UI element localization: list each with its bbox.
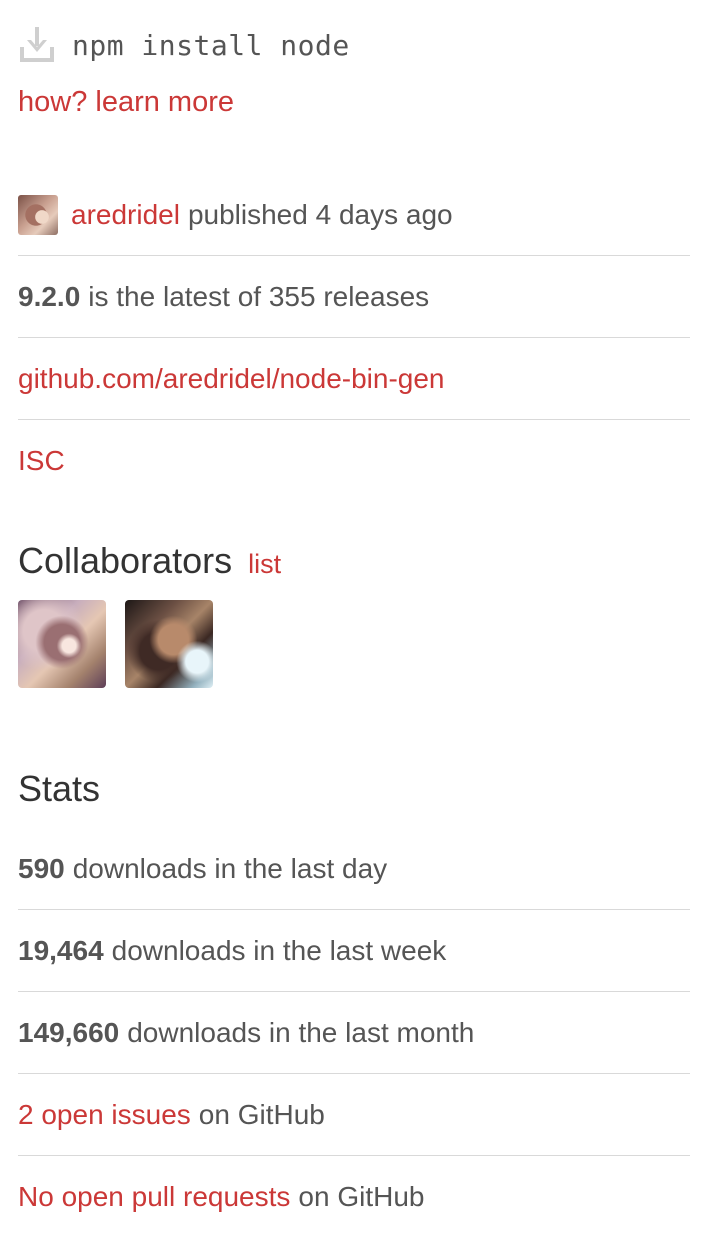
package-meta: aredridel published 4 days ago 9.2.0 is … [18,174,690,501]
open-issues-link[interactable]: 2 open issues [18,1099,191,1131]
stat-day-count: 590 [18,852,65,884]
package-sidebar: npm install node how? learn more aredrid… [0,0,710,1234]
pull-requests-suffix: on GitHub [298,1180,425,1212]
install-command[interactable]: npm install node [18,22,350,68]
stat-month-count: 149,660 [18,1016,120,1048]
stat-month: 149,660 downloads in the last month [18,992,690,1074]
install-command-text: npm install node [72,28,350,62]
license-row: ISC [18,420,690,501]
pull-requests-row: No open pull requests on GitHub [18,1156,690,1237]
version-text: is the latest of 355 releases [88,280,430,312]
stat-week-text: downloads in the last week [111,934,447,966]
collaborators-heading: Collaborators list [18,538,281,587]
open-issues-row: 2 open issues on GitHub [18,1074,690,1156]
publisher-row: aredridel published 4 days ago [18,174,690,256]
collaborators-list-link[interactable]: list [248,549,281,579]
version-row: 9.2.0 is the latest of 355 releases [18,256,690,338]
open-issues-suffix: on GitHub [198,1098,325,1130]
stats-heading: Stats [18,768,101,809]
repository-link[interactable]: github.com/aredridel/node-bin-gen [18,363,445,395]
learn-more-link[interactable]: how? learn more [18,82,234,122]
version-number: 9.2.0 [18,280,81,312]
stat-week: 19,464 downloads in the last week [18,910,690,992]
stats-list: 590 downloads in the last day 19,464 dow… [18,828,690,1237]
publisher-avatar[interactable] [18,194,58,235]
collaborator-avatar[interactable] [125,600,213,688]
repository-row: github.com/aredridel/node-bin-gen [18,338,690,420]
collaborator-avatar[interactable] [18,600,106,688]
collaborators-title: Collaborators [18,540,233,581]
stat-month-text: downloads in the last month [127,1016,475,1048]
download-icon [20,27,54,62]
stat-day: 590 downloads in the last day [18,828,690,910]
license-link[interactable]: ISC [18,445,65,477]
stat-day-text: downloads in the last day [72,852,388,884]
collaborator-avatars [18,600,213,688]
pull-requests-link[interactable]: No open pull requests [18,1181,290,1213]
publisher-link[interactable]: aredridel [71,199,180,231]
published-text: published 4 days ago [187,198,453,230]
stat-week-count: 19,464 [18,934,104,966]
